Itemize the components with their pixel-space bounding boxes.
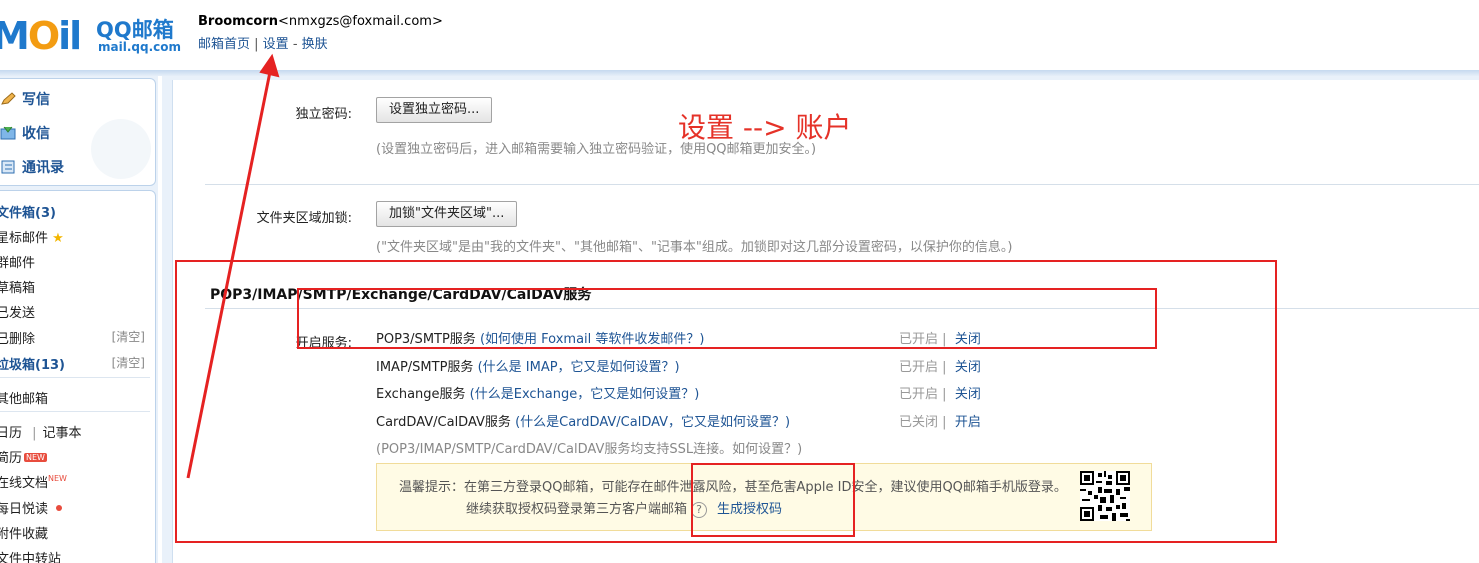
receive-button[interactable]: 收信 [0,123,50,143]
folder-list: 文件箱(3) 星标邮件 ★ 群邮件 草稿箱 已发送 已删除 [清空] 垃圾箱(1… [0,190,156,563]
sidebar-item-label: 每日悦读 [0,502,49,517]
annotation-pop3-box [297,288,1157,349]
header: MOil QQ邮箱 mail.qq.com Broomcorn<nmxgzs@f… [0,0,1479,76]
sidebar-item-file-transfer[interactable]: 文件中转站 [0,548,61,563]
receive-label: 收信 [22,126,50,142]
logo-mail-text: MOil [0,14,82,58]
sidebar-actions: 写信 收信 通讯录 [0,78,156,186]
sidebar-item-sent[interactable]: 已发送 [0,302,35,321]
pencil-icon [1,92,16,105]
user-info: Broomcorn<nmxgzs@foxmail.com> [198,14,443,29]
annotation-auth-code-box [691,463,855,537]
compose-button[interactable]: 写信 [0,89,50,109]
sidebar-item-deleted[interactable]: 已删除 [0,328,35,347]
divider [0,411,150,412]
sidebar-item-inbox[interactable]: 文件箱(3) [0,202,56,221]
user-email: <nmxgzs@foxmail.com> [278,14,443,29]
user-name: Broomcorn [198,14,279,29]
separator: | [32,426,37,441]
sidebar-item-label: 简历 [0,451,23,466]
sidebar-item-calendar[interactable]: 日历 [0,426,22,441]
change-skin-link[interactable]: 换肤 [302,37,328,52]
sidebar-item-resume[interactable]: 简历 NEW [0,447,47,466]
new-badge: NEW [48,474,67,483]
mailbox-home-link[interactable]: 邮箱首页 [198,37,250,52]
sidebar-item-drafts[interactable]: 草稿箱 [0,277,35,296]
sidebar-item-starred[interactable]: 星标邮件 ★ [0,227,64,246]
folder-lock-label: 文件夹区域加锁: [256,211,352,226]
annotation-text: 设置 --> 账户 [678,111,852,144]
compose-label: 写信 [22,92,50,108]
contacts-label: 通讯录 [22,160,64,176]
lock-folder-button[interactable]: 加锁"文件夹区域"... [376,201,518,227]
penguin-watermark-icon [91,119,151,179]
link-separator: | [250,37,263,52]
sidebar-item-label: 星标邮件 [0,231,49,246]
sidebar-item-other-mailboxes[interactable]: 其他邮箱 [0,388,48,407]
page: MOil QQ邮箱 mail.qq.com Broomcorn<nmxgzs@f… [0,0,1479,563]
inbox-icon [0,126,16,140]
sidebar: 写信 收信 通讯录 文件箱(3) 星标邮件 ★ 群邮件 草稿箱 已发送 已删除 … [0,76,158,563]
divider [0,377,150,378]
sidebar-calendar-row: 日历 | 记事本 [0,422,82,441]
settings-link[interactable]: 设置 [263,37,289,52]
password-label: 独立密码: [295,107,352,122]
sidebar-item-label: 在线文档 [0,476,49,491]
sidebar-item-spam[interactable]: 垃圾箱(13) [0,354,65,373]
sidebar-item-notes[interactable]: 记事本 [43,426,82,441]
header-links: 邮箱首页 | 设置 - 换肤 [198,33,328,52]
sidebar-item-attachments[interactable]: 附件收藏 [0,523,48,542]
sidebar-item-daily-reading[interactable]: 每日悦读 [0,498,63,517]
qq-mail-logo[interactable]: MOil QQ邮箱 mail.qq.com [0,10,182,58]
contacts-button[interactable]: 通讯录 [0,157,64,177]
star-icon: ★ [52,231,64,246]
new-badge: NEW [24,453,47,462]
address-book-icon [1,160,15,174]
clear-spam-link[interactable]: [清空] [112,354,145,371]
set-password-button[interactable]: 设置独立密码... [376,97,493,123]
unread-dot-icon [56,505,63,511]
sidebar-item-online-docs[interactable]: 在线文档NEW [0,472,67,491]
divider [205,184,1479,185]
clear-deleted-link[interactable]: [清空] [112,328,145,345]
logo-url-text: mail.qq.com [98,40,181,54]
sidebar-item-group[interactable]: 群邮件 [0,252,35,271]
link-separator: - [288,37,302,52]
folder-lock-hint: ("文件夹区域"是由"我的文件夹"、"其他邮箱"、"记事本"组成。加锁即对这几部… [376,240,1013,255]
